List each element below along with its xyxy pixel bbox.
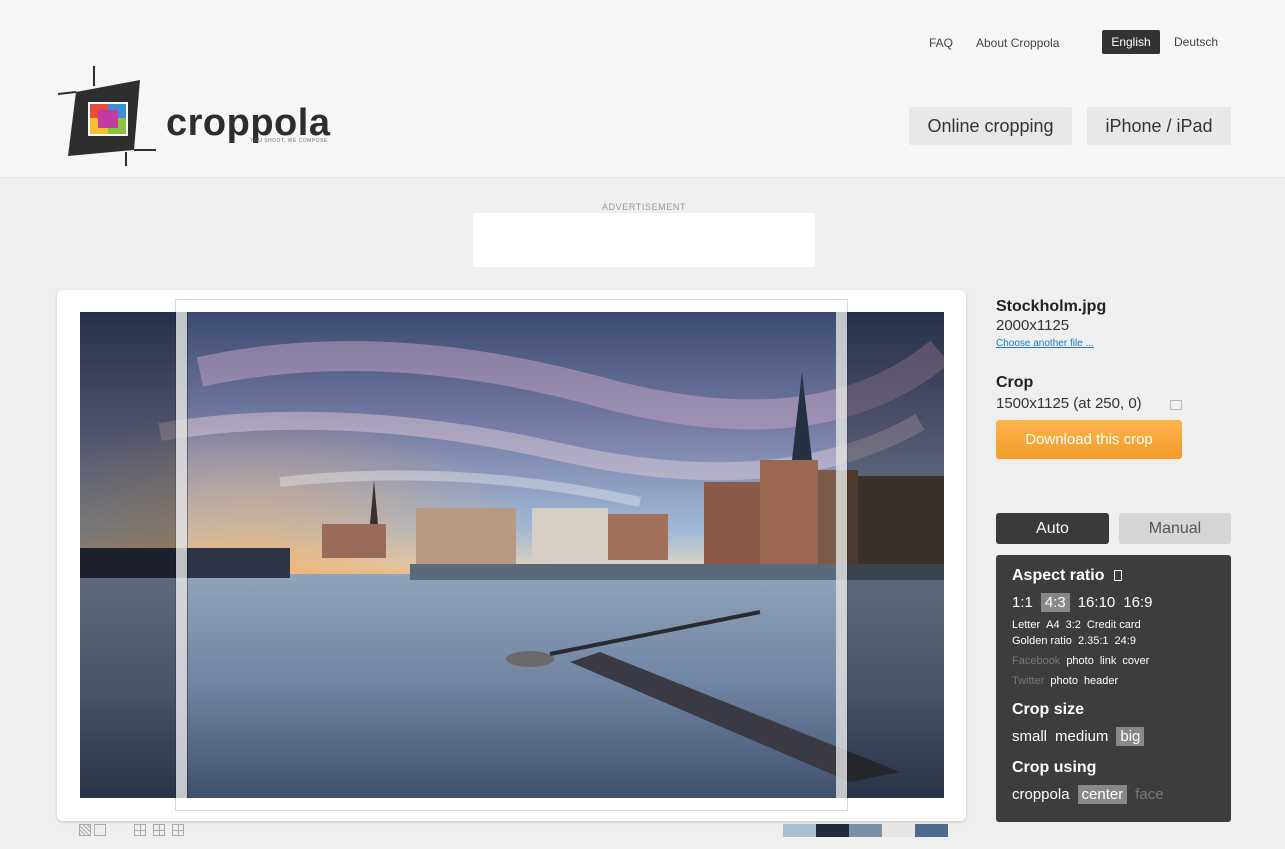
lang-deutsch-link[interactable]: Deutsch xyxy=(1174,30,1218,54)
lock-icon[interactable] xyxy=(1114,570,1123,582)
crop-value: 1500x1125 (at 250, 0) xyxy=(996,395,1142,412)
file-dimensions: 2000x1125 xyxy=(996,317,1070,334)
golden-grid-icon[interactable] xyxy=(172,824,184,836)
thirds-grid-icon[interactable] xyxy=(153,824,165,836)
view-tools xyxy=(79,824,106,836)
ratio-a4[interactable]: A4 xyxy=(1046,619,1059,631)
twitter-row: Twitter photo header xyxy=(1012,675,1124,687)
facebook-cover[interactable]: cover xyxy=(1122,655,1149,667)
color-swatch xyxy=(783,824,816,837)
ratio-16-10[interactable]: 16:10 xyxy=(1078,594,1116,611)
options-panel: Aspect ratio 1:1 4:3 16:10 16:9 Letter A… xyxy=(996,555,1231,822)
color-swatch xyxy=(849,824,882,837)
crop-size-heading: Crop size xyxy=(1012,701,1085,718)
lang-english-button[interactable]: English xyxy=(1102,30,1160,54)
facebook-label: Facebook xyxy=(1012,655,1061,667)
aspect-ratio-row3: Golden ratio 2.35:1 24:9 xyxy=(1012,635,1142,647)
plain-view-icon[interactable] xyxy=(94,824,106,836)
nav-faq[interactable]: FAQ xyxy=(929,36,953,50)
crop-info-icon[interactable] xyxy=(1170,400,1182,410)
logo-tagline: YOU SHOOT, WE COMPOSE xyxy=(250,138,328,144)
ratio-letter[interactable]: Letter xyxy=(1012,619,1040,631)
crop-using-heading: Crop using xyxy=(1012,759,1097,776)
color-swatch xyxy=(882,824,915,837)
size-big[interactable]: big xyxy=(1116,727,1145,746)
facebook-photo[interactable]: photo xyxy=(1066,655,1094,667)
aspect-ratio-heading: Aspect ratio xyxy=(1012,567,1123,585)
tab-online-cropping[interactable]: Online cropping xyxy=(909,107,1072,145)
color-swatch xyxy=(816,824,849,837)
size-medium[interactable]: medium xyxy=(1055,728,1108,745)
twitter-header[interactable]: header xyxy=(1084,675,1118,687)
using-center[interactable]: center xyxy=(1077,785,1128,804)
ratio-credit-card[interactable]: Credit card xyxy=(1087,619,1141,631)
file-name: Stockholm.jpg xyxy=(996,298,1107,315)
choose-file-link[interactable]: Choose another file ... xyxy=(996,338,1094,349)
mode-manual-button[interactable]: Manual xyxy=(1119,513,1231,544)
crop-outside-right xyxy=(836,312,944,798)
twitter-label: Twitter xyxy=(1012,675,1045,687)
color-swatch xyxy=(915,824,948,837)
site-header: croppola YOU SHOOT, WE COMPOSE FAQ About… xyxy=(0,0,1285,178)
using-croppola[interactable]: croppola xyxy=(1012,786,1070,803)
aspect-ratio-row2: Letter A4 3:2 Credit card xyxy=(1012,619,1147,631)
ratio-golden[interactable]: Golden ratio xyxy=(1012,635,1072,647)
ratio-16-9[interactable]: 16:9 xyxy=(1123,594,1152,611)
ratio-3-2[interactable]: 3:2 xyxy=(1066,619,1081,631)
twitter-photo[interactable]: photo xyxy=(1050,675,1078,687)
ad-slot[interactable] xyxy=(473,213,815,267)
ratio-1-1[interactable]: 1:1 xyxy=(1012,594,1033,611)
grid-view-icon[interactable] xyxy=(134,824,146,836)
ad-label: ADVERTISEMENT xyxy=(601,202,687,212)
facebook-link[interactable]: link xyxy=(1100,655,1117,667)
pattern-view-icon[interactable] xyxy=(79,824,91,836)
crop-heading: Crop xyxy=(996,374,1034,391)
color-palette xyxy=(783,824,948,837)
using-face[interactable]: face xyxy=(1135,786,1163,803)
tab-iphone-ipad[interactable]: iPhone / iPad xyxy=(1087,107,1231,145)
crop-outside-left xyxy=(80,312,188,798)
ratio-24-9[interactable]: 24:9 xyxy=(1115,635,1136,647)
aspect-ratio-main: 1:1 4:3 16:10 16:9 xyxy=(1012,593,1160,612)
facebook-row: Facebook photo link cover xyxy=(1012,655,1155,667)
aspect-ratio-label: Aspect ratio xyxy=(1012,567,1105,584)
ratio-4-3[interactable]: 4:3 xyxy=(1040,593,1070,612)
crop-frame[interactable] xyxy=(176,300,847,810)
ratio-2-35-1[interactable]: 2.35:1 xyxy=(1078,635,1109,647)
mode-auto-button[interactable]: Auto xyxy=(996,513,1109,544)
croppola-logo-icon[interactable] xyxy=(58,66,158,166)
download-crop-button[interactable]: Download this crop xyxy=(996,420,1182,459)
nav-about[interactable]: About Croppola xyxy=(976,36,1059,50)
size-small[interactable]: small xyxy=(1012,728,1047,745)
crop-size-row: small medium big xyxy=(1012,727,1152,746)
crop-using-row: croppola center face xyxy=(1012,785,1172,804)
